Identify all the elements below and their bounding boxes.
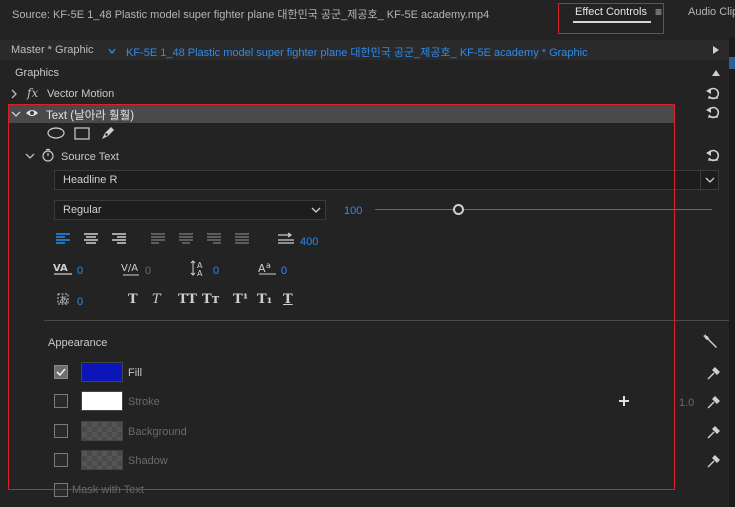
- baseline-shift-value[interactable]: 0: [281, 265, 287, 277]
- justify-all-icon[interactable]: [234, 232, 250, 246]
- master-clip-label[interactable]: Master * Graphic: [11, 44, 94, 56]
- font-size-slider-track[interactable]: [375, 209, 712, 210]
- tab-width-icon[interactable]: [277, 232, 295, 246]
- source-text-row: Source Text: [0, 146, 729, 166]
- section-title: Graphics: [15, 67, 60, 79]
- collapse-chevron-icon[interactable]: [11, 110, 21, 118]
- tab-width-value[interactable]: 400: [300, 236, 318, 248]
- justify-left-icon[interactable]: [150, 232, 166, 246]
- faux-italic-button[interactable]: T: [152, 292, 161, 307]
- justify-center-icon[interactable]: [178, 232, 194, 246]
- font-style-value: Regular: [63, 204, 102, 216]
- svg-text:V/A: V/A: [121, 263, 138, 274]
- shadow-checkbox[interactable]: [54, 453, 68, 467]
- tsume-value[interactable]: 0: [77, 296, 83, 308]
- pen-mask-icon[interactable]: [100, 125, 116, 141]
- font-family-value: Headline R: [63, 174, 118, 186]
- font-size-slider-handle[interactable]: [453, 204, 464, 215]
- reset-icon[interactable]: [706, 105, 720, 119]
- graphics-section-header: Graphics: [0, 63, 729, 83]
- text-layer-label: Text (날아라 훨훨): [46, 110, 135, 122]
- kerning-icon: VA: [53, 261, 73, 277]
- text-layer-row[interactable]: Text (날아라 훨훨): [8, 104, 674, 123]
- chevron-down-icon: [309, 201, 323, 219]
- mask-with-text-checkbox[interactable]: [54, 483, 68, 497]
- chevron-down-icon[interactable]: [700, 171, 718, 189]
- background-label: Background: [128, 426, 187, 438]
- appearance-title: Appearance: [48, 337, 108, 349]
- active-tab-underline: [573, 21, 651, 23]
- vector-motion-label: Vector Motion: [47, 88, 115, 100]
- rectangle-mask-icon[interactable]: [74, 127, 90, 140]
- font-family-dropdown[interactable]: Headline R: [54, 170, 719, 190]
- fx-badge-icon[interactable]: fx: [27, 86, 38, 100]
- source-text-label: Source Text: [61, 151, 119, 163]
- faux-bold-button[interactable]: T: [128, 292, 138, 307]
- align-right-icon[interactable]: [111, 232, 127, 246]
- shadow-label: Shadow: [128, 455, 168, 467]
- svg-text:A: A: [197, 269, 203, 277]
- eye-icon[interactable]: [25, 108, 39, 118]
- tab-audio-clip-mixer[interactable]: Audio Clip: [688, 6, 735, 18]
- baseline-shift-icon: Aa: [258, 260, 278, 276]
- leading-value[interactable]: 0: [213, 265, 219, 277]
- divider: [44, 320, 729, 321]
- fill-label: Fill: [128, 367, 143, 379]
- fill-color-swatch[interactable]: [81, 362, 123, 382]
- tab-effect-controls[interactable]: Effect Controls: [575, 6, 647, 18]
- align-center-icon[interactable]: [83, 232, 99, 246]
- shadow-color-swatch[interactable]: [81, 450, 123, 470]
- background-checkbox[interactable]: [54, 424, 68, 438]
- tsume-icon: あ: [54, 291, 74, 307]
- svg-text:A: A: [258, 262, 266, 275]
- expand-chevron-icon[interactable]: [10, 89, 18, 99]
- tracking-icon: V/A: [121, 261, 143, 277]
- tracking-value[interactable]: 0: [145, 265, 151, 277]
- background-color-swatch[interactable]: [81, 421, 123, 441]
- leading-icon: AA: [190, 259, 210, 277]
- timeline-strip: [729, 37, 735, 507]
- stopwatch-icon[interactable]: [41, 148, 55, 162]
- ellipse-mask-icon[interactable]: [47, 127, 65, 139]
- add-stroke-icon[interactable]: [618, 395, 630, 407]
- panel-tab-bar: Source: KF-5E 1_48 Plastic model super f…: [0, 0, 735, 27]
- chevron-right-icon: [108, 47, 116, 55]
- reset-icon[interactable]: [706, 148, 720, 162]
- kerning-value[interactable]: 0: [77, 265, 83, 277]
- font-style-dropdown[interactable]: Regular: [54, 200, 326, 220]
- svg-text:a: a: [266, 261, 271, 270]
- tab-source[interactable]: Source: KF-5E 1_48 Plastic model super f…: [12, 6, 489, 22]
- svg-text:あ: あ: [59, 295, 68, 306]
- collapse-up-icon[interactable]: [711, 69, 721, 77]
- clip-header: Master * Graphic KF-5E 1_48 Plastic mode…: [0, 40, 729, 60]
- mask-with-text-label: Mask with Text: [72, 484, 144, 496]
- stroke-label: Stroke: [128, 396, 160, 408]
- eyedropper-icon[interactable]: [706, 453, 720, 469]
- small-caps-button[interactable]: Tт: [202, 292, 220, 307]
- subscript-button[interactable]: T₁: [257, 292, 272, 307]
- font-size-value[interactable]: 100: [344, 205, 362, 217]
- svg-text:VA: VA: [53, 263, 68, 274]
- underline-button[interactable]: T: [283, 292, 293, 307]
- sequence-clip-label[interactable]: KF-5E 1_48 Plastic model super fighter p…: [126, 44, 588, 60]
- fill-checkbox[interactable]: [54, 365, 68, 379]
- eyedropper-icon[interactable]: [706, 365, 720, 381]
- stroke-width-value[interactable]: 1.0: [679, 397, 694, 409]
- eyedropper-icon[interactable]: [706, 424, 720, 440]
- align-left-icon[interactable]: [55, 232, 71, 246]
- reset-icon[interactable]: [706, 86, 720, 100]
- all-caps-button[interactable]: TT: [178, 292, 197, 307]
- tab-menu-icon[interactable]: ≡: [655, 5, 662, 19]
- eyedropper-icon[interactable]: [706, 394, 720, 410]
- wrench-icon[interactable]: [702, 333, 718, 349]
- show-timeline-icon[interactable]: [712, 45, 720, 55]
- stroke-checkbox[interactable]: [54, 394, 68, 408]
- justify-right-icon[interactable]: [206, 232, 222, 246]
- superscript-button[interactable]: T¹: [233, 292, 248, 307]
- collapse-chevron-icon[interactable]: [25, 152, 35, 160]
- vector-motion-row: fx Vector Motion: [0, 84, 729, 104]
- stroke-color-swatch[interactable]: [81, 391, 123, 411]
